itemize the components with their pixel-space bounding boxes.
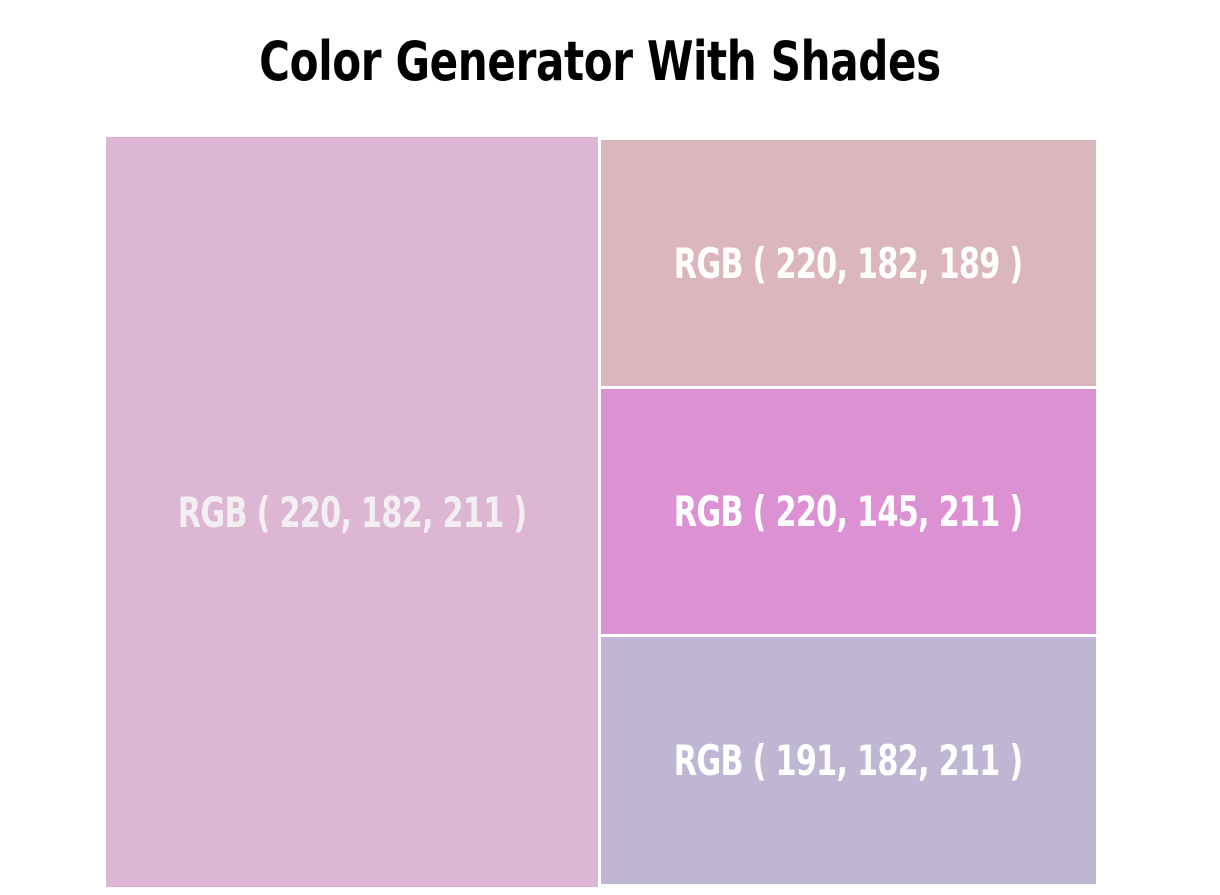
shade-label-1: RGB ( 220, 182, 189 ): [674, 238, 1023, 288]
shade-swatch-2[interactable]: RGB ( 220, 145, 211 ): [601, 389, 1096, 634]
shade-swatch-3[interactable]: RGB ( 191, 182, 211 ): [601, 637, 1096, 884]
main-color-label: RGB ( 220, 182, 211 ): [177, 487, 527, 537]
page-title: Color Generator With Shades: [259, 30, 941, 93]
shade-label-3: RGB ( 191, 182, 211 ): [674, 736, 1023, 785]
shade-label-2: RGB ( 220, 145, 211 ): [674, 487, 1023, 536]
shade-swatch-1[interactable]: RGB ( 220, 182, 189 ): [601, 140, 1096, 386]
main-color-swatch[interactable]: RGB ( 220, 182, 211 ): [106, 137, 598, 887]
